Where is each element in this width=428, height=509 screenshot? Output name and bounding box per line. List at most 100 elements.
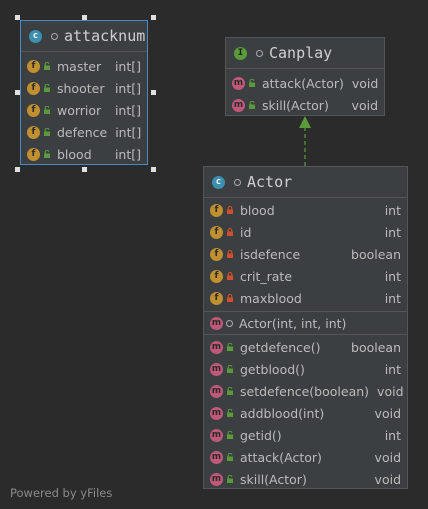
resize-handle-s[interactable] [82,167,87,172]
member-type: int[] [114,58,141,74]
public-modifier-icon [227,475,233,483]
field-icon: f [27,81,40,95]
private-modifier-icon [227,294,233,302]
field-icon: f [27,103,40,117]
field-row[interactable]: f crit_rate int [204,265,407,287]
resize-handle-n[interactable] [82,15,87,20]
member-name: worrior [57,102,102,118]
class-title: Actor [247,173,293,191]
member-name: getdefence() [240,339,321,355]
member-type: int [384,361,401,377]
method-icon: m [210,472,223,486]
method-icon: m [210,406,223,420]
field-icon: f [210,225,223,239]
private-modifier-icon [227,206,233,214]
method-row[interactable]: m Actor(int, int, int) [204,312,407,334]
field-row[interactable]: f maxblood int [204,287,407,309]
resize-handle-se[interactable] [151,167,156,172]
member-type: int [384,224,401,240]
method-row[interactable]: m attack(Actor) void [226,72,384,94]
method-row[interactable]: m getdefence() boolean [204,336,407,358]
member-type: int [384,290,401,306]
method-icon: m [210,428,223,442]
field-icon: f [210,247,223,261]
package-private-icon [256,49,263,57]
method-icon: m [210,384,223,398]
public-modifier-icon [227,453,233,461]
member-name: crit_rate [240,268,293,284]
public-modifier-icon [249,79,255,87]
member-name: shooter [57,80,105,96]
class-icon: c [29,29,42,43]
field-row[interactable]: f blood int[] [21,143,147,165]
field-icon: f [210,269,223,283]
public-modifier-icon [44,62,50,70]
interface-canplay[interactable]: I Canplay m attack(Actor) void m skill(Actor… [225,37,385,116]
powered-by-label: Powered by yFiles [10,486,113,500]
public-modifier-icon [227,387,233,395]
class-actor[interactable]: c Actor f blood int f id int f isdefence boolean… [203,166,408,489]
resize-handle-e[interactable] [151,90,156,95]
member-type: int[] [115,124,142,140]
member-type: int [384,268,401,284]
member-type: int [384,202,401,218]
field-row[interactable]: f worrior int[] [21,99,147,121]
package-private-icon [234,178,241,186]
member-name: defence [57,124,108,140]
field-row[interactable]: f shooter int[] [21,77,147,99]
member-type: void [374,449,401,465]
method-row[interactable]: m getblood() int [204,358,407,380]
public-modifier-icon [44,128,50,136]
method-row[interactable]: m attack(Actor) void [204,446,407,468]
private-modifier-icon [227,250,233,258]
method-icon: m [210,362,223,376]
field-icon: f [27,59,40,73]
resize-handle-nw[interactable] [15,15,20,20]
resize-handle-sw[interactable] [15,167,20,172]
method-row[interactable]: m getid() int [204,424,407,446]
member-name: attack(Actor) [240,449,322,465]
member-type: int[] [114,102,141,118]
member-name: attack(Actor) [262,75,344,91]
member-name: isdefence [240,246,301,262]
field-row[interactable]: f defence int[] [21,121,147,143]
method-row[interactable]: m setdefence(boolean) void [204,380,407,402]
member-type: boolean [351,339,401,355]
member-name: getid() [240,427,282,443]
field-icon: f [27,147,40,161]
member-type: int[] [114,80,141,96]
resize-handle-w[interactable] [15,90,20,95]
member-name: maxblood [240,290,302,306]
member-name: blood [57,146,92,162]
resize-handle-ne[interactable] [151,15,156,20]
private-modifier-icon [227,272,233,280]
method-row[interactable]: m addblood(int) void [204,402,407,424]
method-row[interactable]: m skill(Actor) void [204,468,407,490]
class-icon: c [212,175,225,189]
member-name: skill(Actor) [262,97,329,113]
field-row[interactable]: f master int[] [21,55,147,77]
package-private-icon [51,32,58,40]
method-icon: m [210,450,223,464]
interface-title: Canplay [269,44,333,62]
member-name: setdefence(boolean) [240,383,370,399]
member-type: void [374,471,401,487]
field-icon: f [210,203,223,217]
member-type: void [351,75,379,91]
public-modifier-icon [227,431,233,439]
method-icon: m [232,76,245,90]
class-attacknum[interactable]: c attacknum f master int[] f shooter int[] f wo… [20,20,148,165]
field-row[interactable]: f isdefence boolean [204,243,407,265]
member-name: addblood(int) [240,405,325,421]
public-modifier-icon [227,343,233,351]
field-icon: f [27,125,40,139]
member-name: skill(Actor) [240,471,307,487]
method-icon: m [210,316,223,330]
member-name: blood [240,202,275,218]
field-row[interactable]: f id int [204,221,407,243]
package-private-icon [226,319,233,327]
public-modifier-icon [44,84,50,92]
method-row[interactable]: m skill(Actor) void [226,94,384,116]
field-row[interactable]: f blood int [204,199,407,221]
public-modifier-icon [44,150,50,158]
